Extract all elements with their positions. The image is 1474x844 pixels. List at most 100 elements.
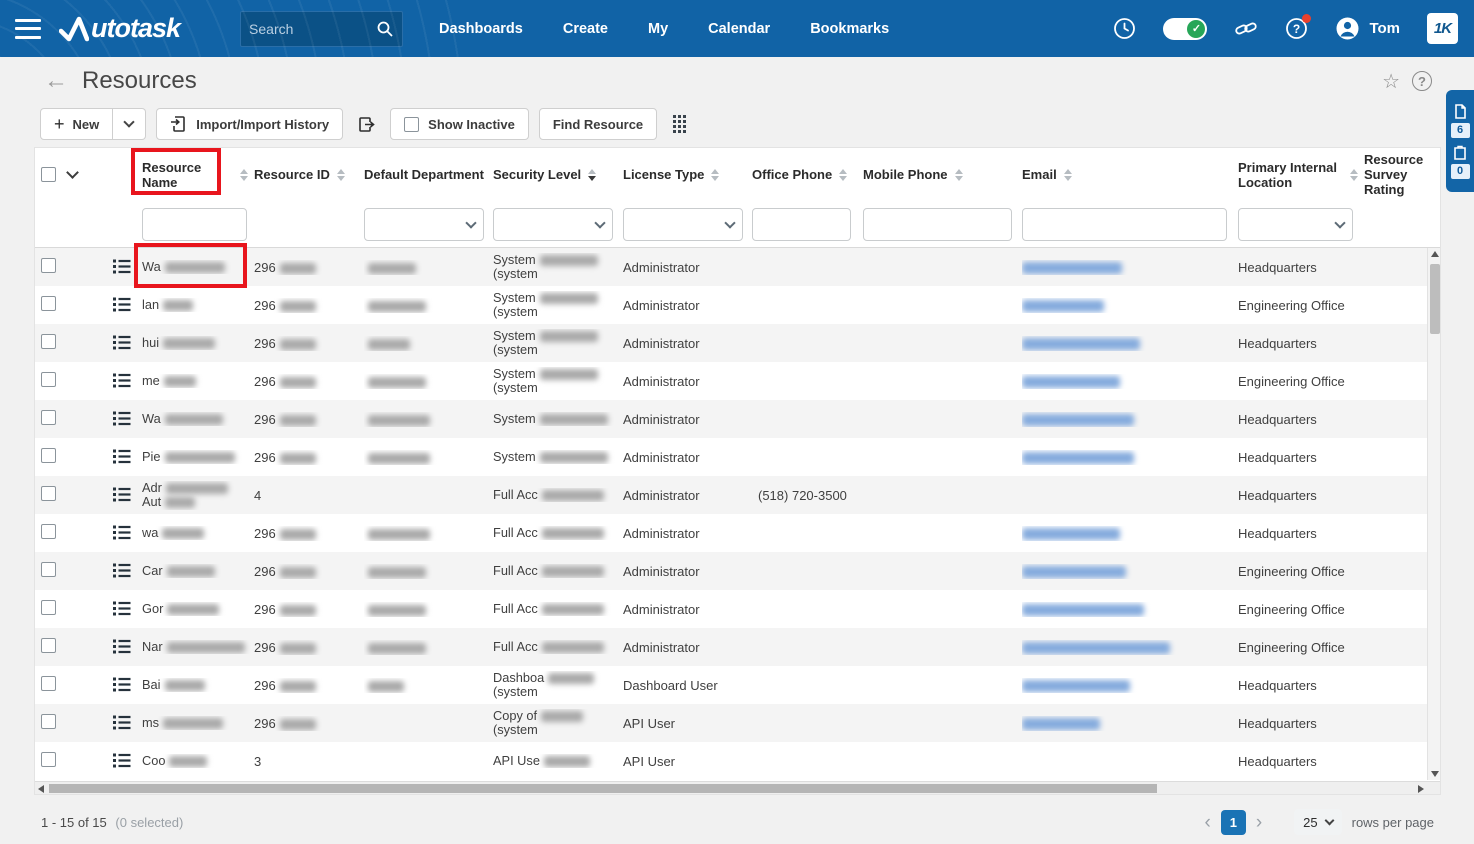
table-row[interactable]: lan296System(systemAdministratorEngineer…	[35, 286, 1440, 324]
row-menu-icon[interactable]	[113, 334, 131, 350]
row-menu-icon[interactable]	[113, 638, 131, 654]
filter-mobile-phone-input[interactable]	[863, 208, 1012, 241]
redacted-email-link[interactable]	[1022, 414, 1134, 426]
vertical-scroll-thumb[interactable]	[1430, 264, 1440, 334]
cell-email[interactable]	[1022, 374, 1238, 389]
nav-my[interactable]: My	[648, 21, 668, 37]
row-checkbox[interactable]	[41, 448, 56, 463]
row-checkbox[interactable]	[41, 486, 56, 501]
find-resource-button[interactable]: Find Resource	[539, 108, 657, 140]
filter-email-input[interactable]	[1022, 208, 1227, 241]
sort-icon[interactable]	[240, 169, 248, 181]
table-row[interactable]: wa296Full AccAdministratorHeadquarters	[35, 514, 1440, 552]
row-checkbox[interactable]	[41, 372, 56, 387]
sort-icon[interactable]	[1064, 169, 1072, 181]
row-checkbox[interactable]	[41, 714, 56, 729]
table-row[interactable]: Gor296Full AccAdministratorEngineering O…	[35, 590, 1440, 628]
clipboard-icon[interactable]	[1453, 145, 1467, 160]
row-menu-icon[interactable]	[113, 448, 131, 464]
scroll-right-arrow[interactable]	[1418, 785, 1424, 793]
horizontal-scroll-thumb[interactable]	[49, 784, 1157, 793]
cell-email[interactable]	[1022, 716, 1238, 731]
table-row[interactable]: Coo3API UseAPI UserHeadquarters	[35, 742, 1440, 780]
page-help-icon[interactable]: ?	[1412, 71, 1432, 91]
row-checkbox[interactable]	[41, 562, 56, 577]
cell-email[interactable]	[1022, 260, 1238, 275]
link-chain-icon[interactable]	[1234, 17, 1258, 41]
row-menu-icon[interactable]	[113, 258, 131, 274]
table-row[interactable]: Nar296Full AccAdministratorEngineering O…	[35, 628, 1440, 666]
redacted-email-link[interactable]	[1022, 718, 1100, 730]
redacted-email-link[interactable]	[1022, 642, 1170, 654]
hamburger-menu-icon[interactable]	[15, 19, 41, 39]
column-header-security-level[interactable]: Security Level	[493, 167, 623, 182]
nav-dashboards[interactable]: Dashboards	[439, 21, 523, 37]
row-checkbox[interactable]	[41, 334, 56, 349]
sort-icon[interactable]	[1350, 169, 1358, 181]
row-checkbox[interactable]	[41, 676, 56, 691]
sort-icon[interactable]	[711, 169, 719, 181]
new-button[interactable]: +New	[40, 108, 113, 140]
redacted-email-link[interactable]	[1022, 300, 1104, 312]
table-row[interactable]: Pie296SystemAdministratorHeadquarters	[35, 438, 1440, 476]
row-checkbox[interactable]	[41, 296, 56, 311]
row-menu-icon[interactable]	[113, 410, 131, 426]
next-page-chevron[interactable]: ›	[1256, 813, 1262, 832]
vertical-scrollbar[interactable]	[1427, 248, 1440, 780]
cell-resource-name[interactable]: Bai	[142, 678, 254, 693]
cell-resource-name[interactable]: Wa	[142, 260, 254, 275]
row-checkbox[interactable]	[41, 600, 56, 615]
filter-license-type-select[interactable]	[623, 208, 743, 241]
user-avatar-icon[interactable]	[1335, 16, 1360, 41]
row-checkbox[interactable]	[41, 638, 56, 653]
row-menu-icon[interactable]	[113, 372, 131, 388]
timer-clock-icon[interactable]	[1113, 17, 1136, 40]
row-menu-icon[interactable]	[113, 600, 131, 616]
cell-resource-name[interactable]: ms	[142, 716, 254, 731]
cell-email[interactable]	[1022, 412, 1238, 427]
table-row[interactable]: Bai296Dashboa(systemDashboard UserHeadqu…	[35, 666, 1440, 704]
row-checkbox[interactable]	[41, 410, 56, 425]
cell-email[interactable]	[1022, 678, 1238, 693]
scroll-left-arrow[interactable]	[38, 785, 44, 793]
row-checkbox[interactable]	[41, 258, 56, 273]
nav-calendar[interactable]: Calendar	[708, 21, 770, 37]
scroll-down-arrow[interactable]	[1431, 771, 1439, 777]
table-row[interactable]: me296System(systemAdministratorEngineeri…	[35, 362, 1440, 400]
cell-email[interactable]	[1022, 526, 1238, 541]
table-row[interactable]: Car296Full AccAdministratorEngineering O…	[35, 552, 1440, 590]
cell-resource-name[interactable]: Car	[142, 564, 254, 579]
nav-bookmarks[interactable]: Bookmarks	[810, 21, 889, 37]
search-input[interactable]	[249, 21, 376, 37]
column-header-default-department[interactable]: Default Department	[364, 167, 493, 182]
show-inactive-checkbox[interactable]	[404, 117, 419, 132]
table-row[interactable]: Wa296System(systemAdministratorHeadquart…	[35, 248, 1440, 286]
previous-page-chevron[interactable]: ‹	[1204, 813, 1210, 832]
column-header-resource-id[interactable]: Resource ID	[254, 167, 364, 182]
table-row[interactable]: hui296System(systemAdministratorHeadquar…	[35, 324, 1440, 362]
column-header-office-phone[interactable]: Office Phone	[752, 167, 863, 182]
export-button[interactable]	[353, 115, 380, 134]
filter-office-phone-input[interactable]	[752, 208, 851, 241]
redacted-email-link[interactable]	[1022, 604, 1144, 616]
cell-resource-name[interactable]: me	[142, 374, 254, 389]
rows-per-page-select[interactable]: 25	[1294, 809, 1341, 835]
back-arrow-icon[interactable]: ←	[44, 69, 68, 93]
cell-email[interactable]	[1022, 640, 1238, 655]
column-header-email[interactable]: Email	[1022, 167, 1238, 182]
redacted-email-link[interactable]	[1022, 376, 1120, 388]
column-header-resource-survey-rating[interactable]: Resource Survey Rating	[1364, 152, 1440, 197]
row-checkbox[interactable]	[41, 524, 56, 539]
row-menu-icon[interactable]	[113, 714, 131, 730]
horizontal-scrollbar[interactable]	[35, 781, 1440, 794]
user-name[interactable]: Tom	[1369, 20, 1400, 37]
cell-email[interactable]	[1022, 564, 1238, 579]
redacted-email-link[interactable]	[1022, 262, 1122, 274]
cell-resource-name[interactable]: wa	[142, 526, 254, 541]
filter-resource-name-input[interactable]	[142, 208, 247, 241]
column-chooser-icon[interactable]	[673, 115, 686, 132]
import-history-button[interactable]: Import/Import History	[156, 108, 343, 140]
nav-create[interactable]: Create	[563, 21, 608, 37]
cell-resource-name[interactable]: Coo	[142, 754, 254, 769]
column-header-mobile-phone[interactable]: Mobile Phone	[863, 167, 1022, 182]
